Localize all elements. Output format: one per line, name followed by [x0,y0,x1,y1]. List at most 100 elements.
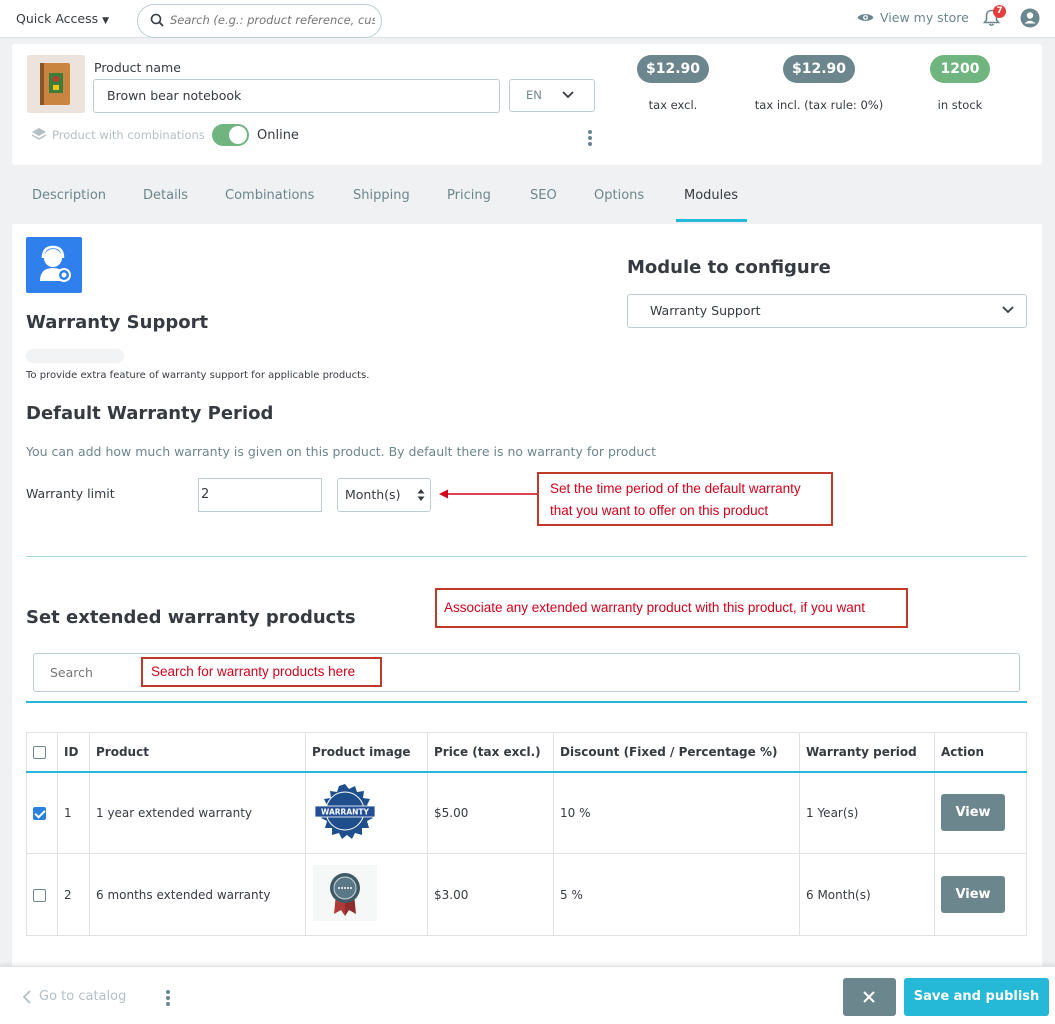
caret-down-icon: ▼ [102,16,110,26]
save-and-publish-button[interactable]: Save and publish [904,978,1049,1016]
table-row: 1 1 year extended warranty WARRANTY $5.0… [26,771,1027,854]
tab-pricing[interactable]: Pricing [447,188,491,203]
price-tax-excl-pill: $12.90 [637,55,709,83]
row-price: $5.00 [427,771,554,854]
blurred-text [26,349,124,363]
discard-button[interactable] [843,978,896,1016]
associate-callout: Associate any extended warranty product … [435,588,908,628]
search-underline [26,701,1027,703]
updown-arrows-icon [417,489,425,501]
product-with-combinations-option[interactable]: Product with combinations [31,127,205,142]
active-tab-indicator [676,219,747,222]
extended-warranty-table: ID Product Product image Price (tax excl… [26,732,1027,936]
tab-details[interactable]: Details [143,188,188,203]
global-search-input[interactable] [170,13,375,27]
top-bar: Quick Access▼ View my store 7 [0,0,1055,38]
combinations-label: Product with combinations [52,127,205,142]
row-action-cell: View [934,771,1027,854]
row-product: 6 months extended warranty [89,853,306,936]
view-button[interactable]: View [941,794,1005,832]
warranty-limit-input[interactable]: 2 [198,478,322,512]
quick-access-menu[interactable]: Quick Access ▼ [16,11,109,26]
module-select-value: Warranty Support [650,303,761,318]
row-select-cell [26,771,58,854]
layers-icon [31,128,47,140]
warranty-unit-value: Month(s) [345,487,401,502]
notebook-image [27,55,85,113]
chevron-down-icon [1002,306,1014,314]
price-tax-excl-label: tax excl. [648,98,698,112]
row-checkbox[interactable] [33,888,46,902]
badge-ribbon-image [313,865,377,921]
row-discount: 10 % [553,771,800,854]
row-period: 1 Year(s) [799,771,935,854]
price-tax-incl-label: tax incl. (tax rule: 0%) [754,98,884,112]
row-image-cell [305,853,428,936]
support-person-icon [40,245,71,282]
select-all-checkbox[interactable] [33,745,46,759]
tab-seo[interactable]: SEO [530,188,557,203]
row-action-cell: View [934,853,1027,936]
language-select[interactable]: EN [509,79,595,112]
row-checkbox[interactable] [33,806,46,820]
product-name-input[interactable]: Brown bear notebook [93,79,500,113]
warranty-unit-select[interactable]: Month(s) [337,478,431,512]
col-product: Product [89,732,306,773]
product-header: Product name Brown bear notebook EN Prod… [12,44,1042,165]
seal-text: WARRANTY [321,808,369,817]
warranty-seal-image: WARRANTY [314,784,376,840]
language-value: EN [526,88,542,102]
go-to-catalog-link[interactable]: Go to catalog [22,989,126,1004]
online-toggle[interactable] [212,124,249,146]
account-icon[interactable] [1020,8,1040,28]
tab-combinations[interactable]: Combinations [225,188,314,203]
row-image-cell: WARRANTY [305,771,428,854]
search-callout: Search for warranty products here [141,657,382,687]
col-price: Price (tax excl.) [427,732,554,773]
stock-pill: 1200 [930,55,990,83]
notification-badge: 7 [993,5,1006,18]
warranty-module-icon [26,237,82,293]
eye-icon [857,14,874,21]
extended-warranty-heading: Set extended warranty products [26,607,356,628]
module-to-configure-select[interactable]: Warranty Support [627,294,1027,328]
table-row: 2 6 months extended warranty $3.00 5 % 6… [26,853,1027,936]
row-discount: 5 % [553,853,800,936]
view-my-store-link[interactable]: View my store [857,10,969,25]
row-id: 1 [57,771,90,854]
search-icon [150,13,164,27]
row-period: 6 Month(s) [799,853,935,936]
more-options-icon[interactable] [587,129,593,147]
warranty-search-input[interactable] [50,665,140,680]
tab-modules[interactable]: Modules [684,188,738,203]
row-price: $3.00 [427,853,554,936]
tab-description[interactable]: Description [32,188,106,203]
table-header-row: ID Product Product image Price (tax excl… [26,732,1027,773]
row-select-cell [26,853,58,936]
module-panel: Warranty Support To provide extra featur… [12,224,1042,970]
global-search[interactable] [137,4,382,38]
warranty-limit-label: Warranty limit [26,486,115,501]
select-all-cell [26,732,58,773]
quick-access-label: Quick Access [16,11,99,26]
col-id: ID [57,732,90,773]
chevron-down-icon [562,91,574,99]
module-title: Warranty Support [26,312,209,333]
tab-shipping[interactable]: Shipping [353,188,410,203]
view-button[interactable]: View [941,876,1005,913]
section-divider [26,556,1027,557]
module-to-configure-heading: Module to configure [627,257,831,278]
product-name-label: Product name [94,60,181,75]
tab-options[interactable]: Options [594,188,644,203]
row-id: 2 [57,853,90,936]
period-callout: Set the time period of the default warra… [537,472,833,526]
go-to-catalog-label: Go to catalog [39,989,127,1004]
row-product: 1 year extended warranty [89,771,306,854]
more-options-icon[interactable] [165,989,171,1007]
product-thumbnail[interactable] [27,55,85,113]
toggle-knob [229,126,247,144]
view-my-store-label: View my store [880,10,969,25]
col-discount: Discount (Fixed / Percentage %) [553,732,800,773]
col-warranty-period: Warranty period [799,732,935,773]
default-warranty-description: You can add how much warranty is given o… [26,444,657,459]
